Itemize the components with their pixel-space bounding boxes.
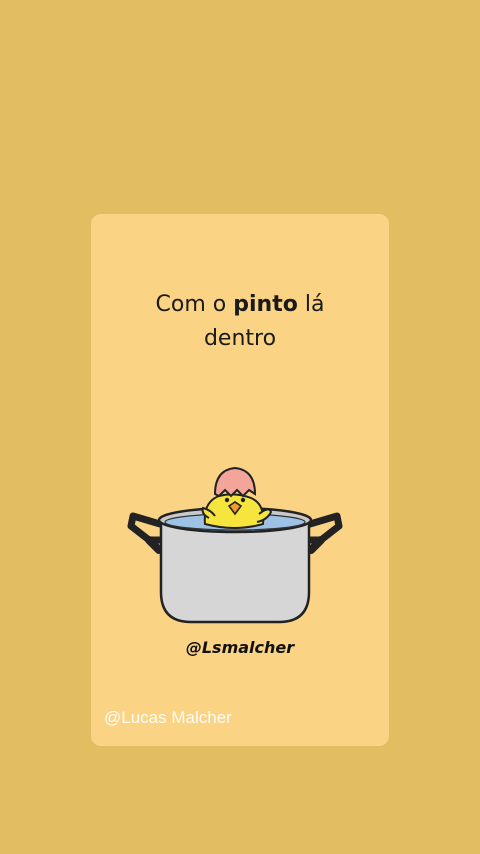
pot-body [159, 520, 311, 624]
caption-bold-word: pinto [233, 292, 298, 317]
caption-line-1: Com o pinto lá [91, 288, 389, 322]
pot-left-handle [127, 512, 165, 554]
story-page: Com o pinto lá dentro @Lsmalcher @Lucas … [0, 0, 480, 854]
post-card: Com o pinto lá dentro @Lsmalcher @Lucas … [91, 214, 389, 746]
caption-text-before: Com o [155, 292, 234, 317]
chick [201, 466, 273, 529]
chick-left-eye [224, 497, 230, 503]
eggshell-hat [213, 466, 257, 498]
chick-right-eye [240, 497, 246, 503]
pot-right-handle [305, 512, 343, 554]
author-watermark: @Lucas Malcher [104, 708, 232, 727]
artist-handle: @Lsmalcher [185, 638, 295, 657]
caption-text: Com o pinto lá dentro [91, 288, 389, 356]
caption-line-2: dentro [203, 326, 277, 351]
caption-text-after: lá [297, 292, 325, 317]
chick-in-pot-illustration [127, 466, 343, 624]
